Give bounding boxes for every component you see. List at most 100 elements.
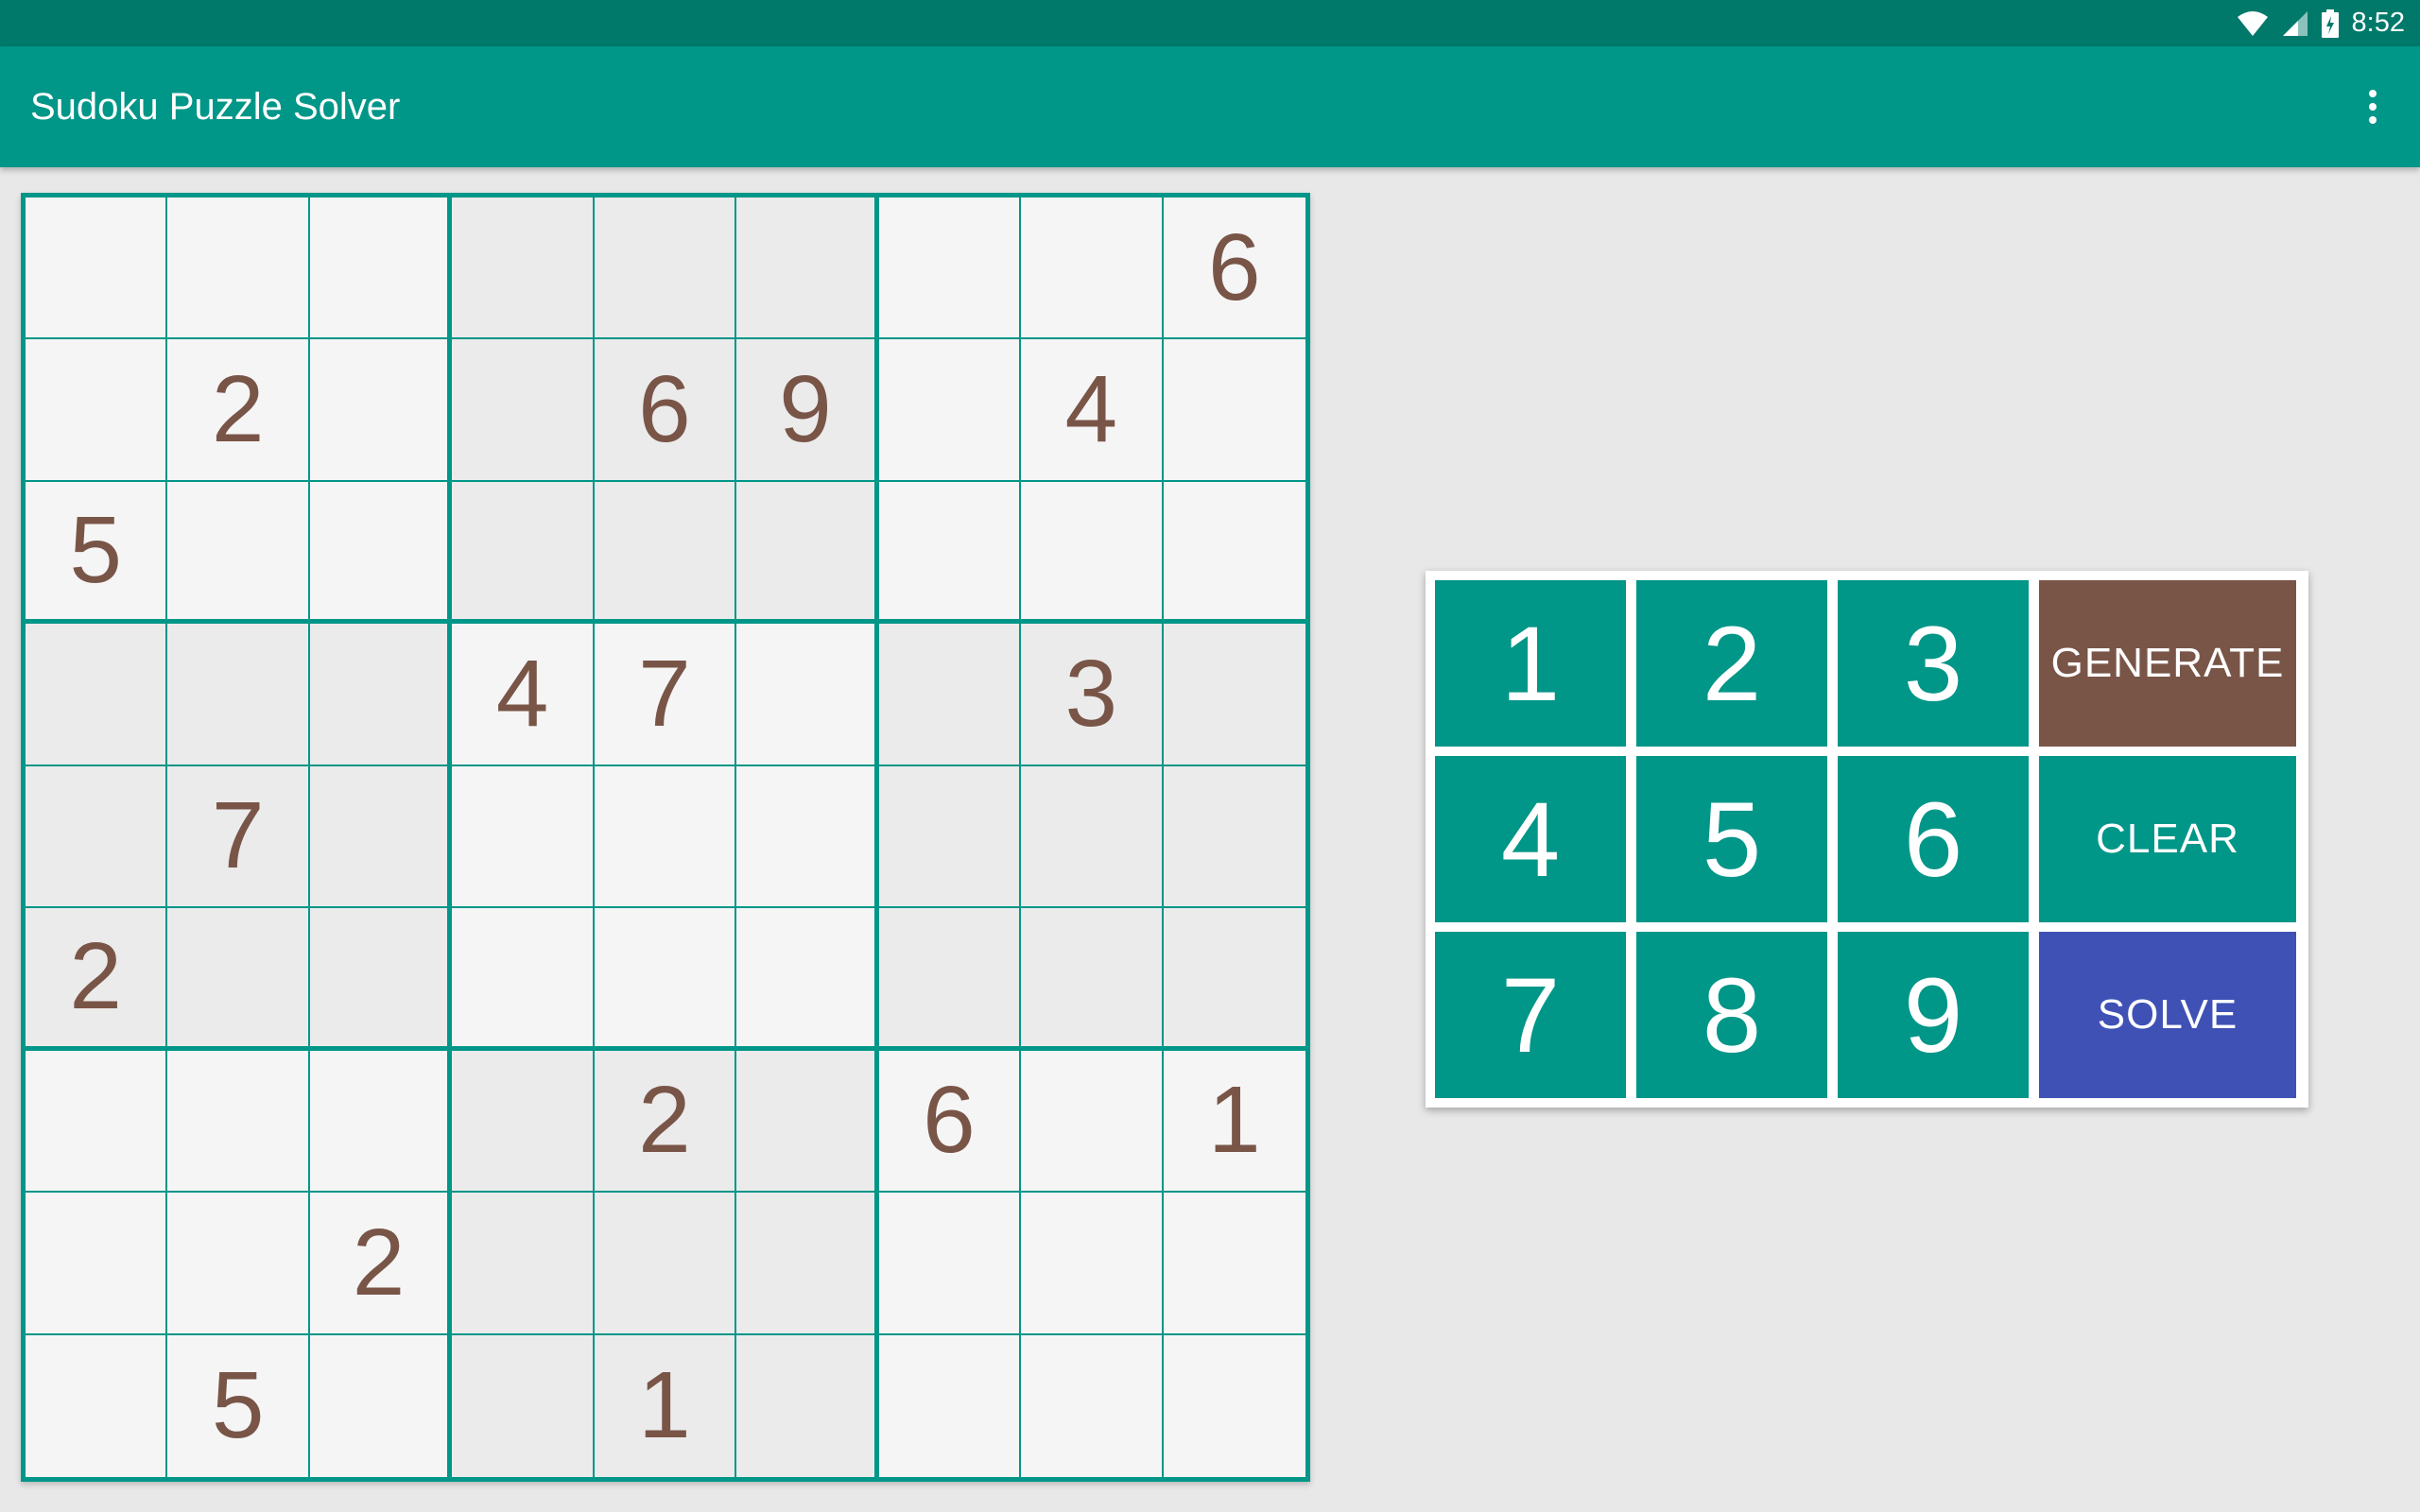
sudoku-cell-r2c6[interactable]: 9 bbox=[736, 339, 879, 482]
sudoku-cell-r6c1[interactable]: 2 bbox=[26, 908, 168, 1051]
sudoku-cell-r6c4[interactable] bbox=[452, 908, 595, 1051]
sudoku-cell-r5c4[interactable] bbox=[452, 765, 595, 909]
sudoku-cell-r8c6[interactable] bbox=[736, 1193, 879, 1335]
key-2[interactable]: 2 bbox=[1636, 580, 1827, 747]
sudoku-cell-r7c5[interactable]: 2 bbox=[594, 1050, 737, 1194]
sudoku-cell-r6c3[interactable] bbox=[309, 908, 453, 1051]
sudoku-cell-r8c4[interactable] bbox=[452, 1193, 595, 1335]
sudoku-cell-r7c7[interactable]: 6 bbox=[878, 1050, 1022, 1194]
sudoku-cell-r4c5[interactable]: 7 bbox=[594, 624, 737, 766]
sudoku-cell-r9c5[interactable]: 1 bbox=[594, 1334, 737, 1477]
key-3[interactable]: 3 bbox=[1838, 580, 2029, 747]
sudoku-cell-r6c6[interactable] bbox=[736, 908, 879, 1051]
sudoku-cell-r4c7[interactable] bbox=[878, 624, 1022, 766]
solve-button[interactable]: SOLVE bbox=[2039, 932, 2296, 1098]
sudoku-cell-r3c4[interactable] bbox=[452, 481, 595, 625]
sudoku-cell-r1c2[interactable] bbox=[167, 198, 310, 340]
sudoku-cell-r1c8[interactable] bbox=[1021, 198, 1164, 340]
sudoku-cell-r7c8[interactable] bbox=[1021, 1050, 1164, 1194]
overflow-menu-button[interactable] bbox=[2344, 78, 2401, 135]
sudoku-cell-r7c1[interactable] bbox=[26, 1050, 168, 1194]
sudoku-cell-r8c2[interactable] bbox=[167, 1193, 310, 1335]
sudoku-cell-r3c7[interactable] bbox=[878, 481, 1022, 625]
overflow-menu-icon-dot bbox=[2369, 116, 2377, 124]
sudoku-cell-r1c9[interactable]: 6 bbox=[1163, 198, 1305, 340]
sudoku-cell-r6c7[interactable] bbox=[878, 908, 1022, 1051]
sudoku-cell-r7c3[interactable] bbox=[309, 1050, 453, 1194]
sudoku-cell-r5c2[interactable]: 7 bbox=[167, 765, 310, 909]
sudoku-cell-r8c7[interactable] bbox=[878, 1193, 1022, 1335]
key-5[interactable]: 5 bbox=[1636, 756, 1827, 922]
sudoku-cell-r3c8[interactable] bbox=[1021, 481, 1164, 625]
wifi-icon bbox=[2237, 10, 2268, 36]
clear-button[interactable]: CLEAR bbox=[2039, 756, 2296, 922]
sudoku-cell-r6c5[interactable] bbox=[594, 908, 737, 1051]
sudoku-cell-r5c6[interactable] bbox=[736, 765, 879, 909]
sudoku-cell-r1c5[interactable] bbox=[594, 198, 737, 340]
sudoku-cell-r1c7[interactable] bbox=[878, 198, 1022, 340]
sudoku-cell-r9c8[interactable] bbox=[1021, 1334, 1164, 1477]
sudoku-cell-r4c8[interactable]: 3 bbox=[1021, 624, 1164, 766]
sudoku-cell-r3c9[interactable] bbox=[1163, 481, 1305, 625]
sudoku-cell-r3c1[interactable]: 5 bbox=[26, 481, 168, 625]
sudoku-cell-r8c1[interactable] bbox=[26, 1193, 168, 1335]
sudoku-cell-r5c8[interactable] bbox=[1021, 765, 1164, 909]
sudoku-cell-r1c6[interactable] bbox=[736, 198, 879, 340]
generate-button[interactable]: GENERATE bbox=[2039, 580, 2296, 747]
sudoku-cell-r1c1[interactable] bbox=[26, 198, 168, 340]
sudoku-cell-r8c5[interactable] bbox=[594, 1193, 737, 1335]
sudoku-cell-r9c2[interactable]: 5 bbox=[167, 1334, 310, 1477]
sudoku-cell-r9c9[interactable] bbox=[1163, 1334, 1305, 1477]
key-1[interactable]: 1 bbox=[1435, 580, 1626, 747]
sudoku-cell-r9c1[interactable] bbox=[26, 1334, 168, 1477]
sudoku-cell-r3c2[interactable] bbox=[167, 481, 310, 625]
sudoku-cell-r4c4[interactable]: 4 bbox=[452, 624, 595, 766]
key-4[interactable]: 4 bbox=[1435, 756, 1626, 922]
sudoku-cell-r9c6[interactable] bbox=[736, 1334, 879, 1477]
sudoku-cell-r4c9[interactable] bbox=[1163, 624, 1305, 766]
sudoku-cell-r8c8[interactable] bbox=[1021, 1193, 1164, 1335]
sudoku-cell-r4c1[interactable] bbox=[26, 624, 168, 766]
sudoku-cell-r7c9[interactable]: 1 bbox=[1163, 1050, 1305, 1194]
sudoku-cell-r2c7[interactable] bbox=[878, 339, 1022, 482]
sudoku-cell-r7c4[interactable] bbox=[452, 1050, 595, 1194]
key-8[interactable]: 8 bbox=[1636, 932, 1827, 1098]
sudoku-cell-r4c3[interactable] bbox=[309, 624, 453, 766]
sudoku-cell-r6c9[interactable] bbox=[1163, 908, 1305, 1051]
sudoku-cell-r1c3[interactable] bbox=[309, 198, 453, 340]
sudoku-cell-r5c9[interactable] bbox=[1163, 765, 1305, 909]
sudoku-cell-r2c3[interactable] bbox=[309, 339, 453, 482]
sudoku-cell-r2c1[interactable] bbox=[26, 339, 168, 482]
sudoku-cell-r5c1[interactable] bbox=[26, 765, 168, 909]
sudoku-cell-r8c3[interactable]: 2 bbox=[309, 1193, 453, 1335]
sudoku-cell-r3c3[interactable] bbox=[309, 481, 453, 625]
app-bar: Sudoku Puzzle Solver bbox=[0, 46, 2420, 167]
sudoku-cell-r3c5[interactable] bbox=[594, 481, 737, 625]
sudoku-cell-r9c7[interactable] bbox=[878, 1334, 1022, 1477]
sudoku-cell-r4c6[interactable] bbox=[736, 624, 879, 766]
sudoku-cell-r2c4[interactable] bbox=[452, 339, 595, 482]
sudoku-cell-r9c3[interactable] bbox=[309, 1334, 453, 1477]
sudoku-cell-r5c5[interactable] bbox=[594, 765, 737, 909]
sudoku-cell-r2c8[interactable]: 4 bbox=[1021, 339, 1164, 482]
key-6[interactable]: 6 bbox=[1838, 756, 2029, 922]
sudoku-cell-r6c2[interactable] bbox=[167, 908, 310, 1051]
key-9[interactable]: 9 bbox=[1838, 932, 2029, 1098]
sudoku-cell-r7c6[interactable] bbox=[736, 1050, 879, 1194]
status-bar: 8:52 bbox=[0, 0, 2420, 46]
sudoku-cell-r9c4[interactable] bbox=[452, 1334, 595, 1477]
sudoku-cell-r3c6[interactable] bbox=[736, 481, 879, 625]
keypad-grid: 1 2 3 GENERATE 4 5 6 CLEAR 7 8 9 SOLVE bbox=[1435, 580, 2299, 1098]
sudoku-cell-r1c4[interactable] bbox=[452, 198, 595, 340]
sudoku-cell-r2c9[interactable] bbox=[1163, 339, 1305, 482]
key-7[interactable]: 7 bbox=[1435, 932, 1626, 1098]
sudoku-cell-r6c8[interactable] bbox=[1021, 908, 1164, 1051]
sudoku-cell-r4c2[interactable] bbox=[167, 624, 310, 766]
sudoku-cell-r2c2[interactable]: 2 bbox=[167, 339, 310, 482]
sudoku-cell-r2c5[interactable]: 6 bbox=[594, 339, 737, 482]
sudoku-cell-r5c7[interactable] bbox=[878, 765, 1022, 909]
sudoku-cell-r5c3[interactable] bbox=[309, 765, 453, 909]
overflow-menu-icon-dot bbox=[2369, 103, 2377, 111]
sudoku-cell-r7c2[interactable] bbox=[167, 1050, 310, 1194]
sudoku-cell-r8c9[interactable] bbox=[1163, 1193, 1305, 1335]
